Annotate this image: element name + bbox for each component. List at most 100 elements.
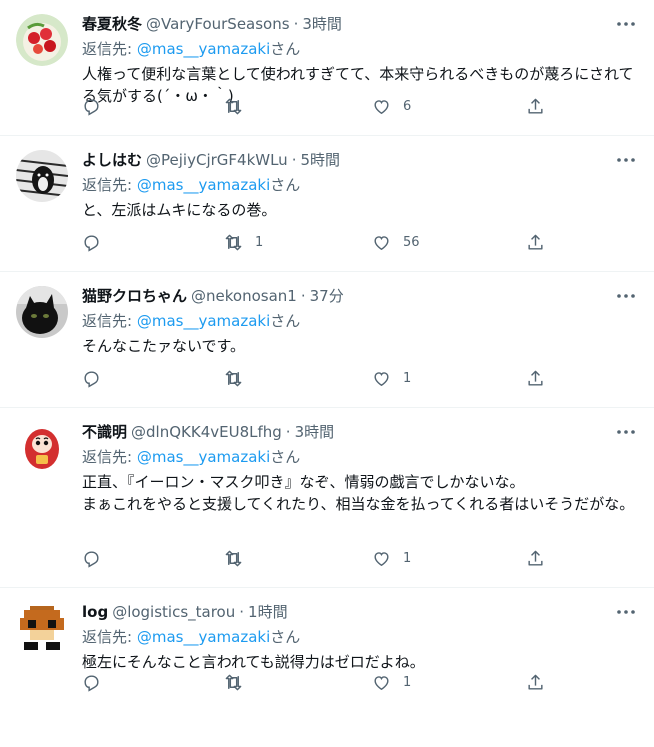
display-name[interactable]: 春夏秋冬 bbox=[82, 14, 142, 34]
replying-to: 返信先: @mas__yamazakiさん bbox=[82, 175, 638, 195]
retweet-button[interactable] bbox=[224, 97, 255, 116]
display-name[interactable]: log bbox=[82, 602, 108, 622]
tweet-actions: 1 bbox=[82, 549, 638, 573]
display-name[interactable]: よしはむ bbox=[82, 150, 142, 170]
mention-link[interactable]: @mas__yamazaki bbox=[137, 448, 270, 466]
reply-button[interactable] bbox=[82, 549, 113, 568]
more-options-icon[interactable] bbox=[614, 148, 638, 172]
reply-to-suffix: さん bbox=[270, 628, 301, 646]
tweet-actions: 1 56 bbox=[82, 233, 638, 257]
tweet[interactable]: log @logistics_tarou · 1時間 返信先: @mas__ya… bbox=[0, 588, 654, 711]
heart-icon bbox=[374, 676, 389, 691]
mention-link[interactable]: @mas__yamazaki bbox=[137, 40, 270, 58]
more-options-icon[interactable] bbox=[614, 600, 638, 624]
reply-button[interactable] bbox=[82, 673, 113, 692]
mention-link[interactable]: @mas__yamazaki bbox=[137, 312, 270, 330]
replying-to: 返信先: @mas__yamazakiさん bbox=[82, 447, 638, 467]
share-button[interactable] bbox=[526, 549, 545, 568]
separator-dot: · bbox=[291, 151, 297, 169]
reply-to-prefix: 返信先: bbox=[82, 176, 137, 194]
more-options-icon[interactable] bbox=[614, 284, 638, 308]
like-button[interactable]: 1 bbox=[372, 369, 411, 388]
more-options-icon[interactable] bbox=[614, 12, 638, 36]
reply-to-suffix: さん bbox=[270, 312, 301, 330]
tweet-text: 極左にそんなこと言われても説得力はゼロだよね。 bbox=[82, 653, 425, 671]
reply-to-prefix: 返信先: bbox=[82, 448, 137, 466]
tweet-actions: 1 bbox=[82, 673, 638, 697]
tweet-text: そんなこたァないです。 bbox=[82, 337, 246, 355]
reply-button[interactable] bbox=[82, 369, 113, 388]
share-button[interactable] bbox=[526, 673, 545, 692]
separator-dot: · bbox=[239, 603, 245, 621]
avatar[interactable] bbox=[16, 602, 68, 654]
share-icon bbox=[528, 370, 543, 386]
user-handle[interactable]: @dlnQKK4vEU8Lfhg bbox=[131, 422, 282, 442]
like-button[interactable]: 6 bbox=[372, 97, 411, 116]
display-name[interactable]: 猫野クロちゃん bbox=[82, 286, 187, 306]
like-count: 6 bbox=[403, 99, 412, 114]
avatar[interactable] bbox=[16, 422, 68, 474]
mention-link[interactable]: @mas__yamazaki bbox=[137, 176, 270, 194]
tweet-actions: 6 bbox=[82, 97, 638, 121]
separator-dot: · bbox=[293, 15, 299, 33]
share-button[interactable] bbox=[526, 369, 545, 388]
avatar[interactable] bbox=[16, 286, 68, 338]
reply-to-prefix: 返信先: bbox=[82, 628, 137, 646]
reply-button[interactable] bbox=[82, 233, 113, 252]
tweet[interactable]: よしはむ @PejiyCjrGF4kWLu · 5時間 返信先: @mas__y… bbox=[0, 136, 654, 272]
reply-to-suffix: さん bbox=[270, 40, 301, 58]
retweet-button[interactable] bbox=[224, 549, 255, 568]
reply-icon bbox=[84, 99, 99, 116]
reply-to-prefix: 返信先: bbox=[82, 40, 137, 58]
share-button[interactable] bbox=[526, 97, 545, 116]
reply-to-suffix: さん bbox=[270, 176, 301, 194]
reply-button[interactable] bbox=[82, 97, 113, 116]
reply-timeline: 春夏秋冬 @VaryFourSeasons · 3時間 返信先: @mas__y… bbox=[0, 0, 654, 711]
timestamp[interactable]: 5時間 bbox=[300, 150, 340, 170]
share-icon bbox=[528, 98, 543, 114]
replying-to: 返信先: @mas__yamazakiさん bbox=[82, 627, 638, 647]
avatar[interactable] bbox=[16, 150, 68, 202]
timestamp[interactable]: 37分 bbox=[310, 286, 344, 306]
tweet[interactable]: 猫野クロちゃん @nekonosan1 · 37分 返信先: @mas__yam… bbox=[0, 272, 654, 408]
timestamp[interactable]: 1時間 bbox=[248, 602, 288, 622]
retweet-button[interactable]: 1 bbox=[224, 233, 263, 252]
mention-link[interactable]: @mas__yamazaki bbox=[137, 628, 270, 646]
heart-icon bbox=[374, 236, 389, 251]
heart-icon bbox=[374, 100, 389, 115]
retweet-button[interactable] bbox=[224, 369, 255, 388]
replying-to: 返信先: @mas__yamazakiさん bbox=[82, 311, 638, 331]
replying-to: 返信先: @mas__yamazakiさん bbox=[82, 39, 638, 59]
separator-dot: · bbox=[285, 423, 291, 441]
like-count: 1 bbox=[403, 675, 412, 690]
share-button[interactable] bbox=[526, 233, 545, 252]
avatar[interactable] bbox=[16, 14, 68, 66]
heart-icon bbox=[374, 372, 389, 387]
like-button[interactable]: 56 bbox=[372, 233, 420, 252]
reply-icon bbox=[84, 235, 99, 252]
like-count: 1 bbox=[403, 371, 412, 386]
retweet-icon bbox=[225, 98, 242, 115]
share-icon bbox=[528, 674, 543, 690]
like-button[interactable]: 1 bbox=[372, 549, 411, 568]
display-name[interactable]: 不識明 bbox=[82, 422, 127, 442]
share-icon bbox=[528, 550, 543, 566]
like-count: 56 bbox=[403, 235, 420, 250]
user-handle[interactable]: @nekonosan1 bbox=[191, 286, 297, 306]
heart-icon bbox=[374, 552, 389, 567]
reply-icon bbox=[84, 551, 99, 568]
tweet[interactable]: 不識明 @dlnQKK4vEU8Lfhg · 3時間 返信先: @mas__ya… bbox=[0, 408, 654, 588]
user-handle[interactable]: @PejiyCjrGF4kWLu bbox=[146, 150, 288, 170]
user-handle[interactable]: @logistics_tarou bbox=[112, 602, 235, 622]
like-button[interactable]: 1 bbox=[372, 673, 411, 692]
more-options-icon[interactable] bbox=[614, 420, 638, 444]
separator-dot: · bbox=[300, 287, 306, 305]
timestamp[interactable]: 3時間 bbox=[295, 422, 335, 442]
like-count: 1 bbox=[403, 551, 412, 566]
retweet-count: 1 bbox=[255, 235, 264, 250]
retweet-button[interactable] bbox=[224, 673, 255, 692]
tweet[interactable]: 春夏秋冬 @VaryFourSeasons · 3時間 返信先: @mas__y… bbox=[0, 0, 654, 136]
tweet-actions: 1 bbox=[82, 369, 638, 393]
user-handle[interactable]: @VaryFourSeasons bbox=[146, 14, 290, 34]
timestamp[interactable]: 3時間 bbox=[302, 14, 342, 34]
